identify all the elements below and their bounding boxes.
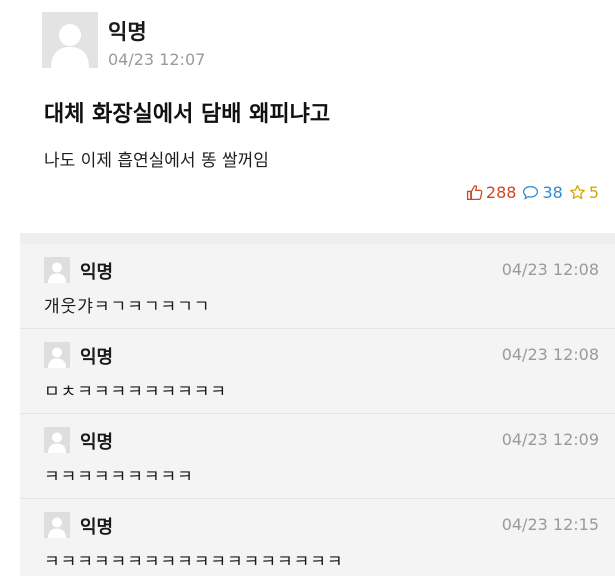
default-profile-icon <box>44 257 70 283</box>
comment-timestamp: 04/23 12:09 <box>501 430 599 449</box>
post-timestamp: 04/23 12:07 <box>108 50 206 69</box>
scrap-count[interactable]: 5 <box>569 183 599 202</box>
comment-avatar[interactable] <box>44 257 70 283</box>
section-divider <box>20 233 615 244</box>
comment-avatar[interactable] <box>44 427 70 453</box>
comment-avatar[interactable] <box>44 512 70 538</box>
comment-timestamp: 04/23 12:08 <box>501 345 599 364</box>
comment-author: 익명 <box>80 517 114 538</box>
comment-author: 익명 <box>80 432 114 453</box>
comment-text: ㅋㅋㅋㅋㅋㅋㅋㅋㅋㅋㅋㅋㅋㅋㅋㅋㅋㅋ <box>44 552 344 572</box>
default-profile-icon <box>44 512 70 538</box>
comment-text: 개웃갸ㅋㄱㅋㄱㅋㄱㄱ <box>44 297 211 317</box>
comment-author: 익명 <box>80 347 114 368</box>
comment-text: ㅁㅊㅋㅋㅋㅋㅋㅋㅋㅋㅋ <box>44 382 228 402</box>
post-author: 익명 <box>108 20 147 44</box>
default-profile-icon <box>44 342 70 368</box>
like-count[interactable]: 288 <box>466 183 517 202</box>
post-title: 대체 화장실에서 담배 왜피냐고 <box>44 102 331 127</box>
thumbs-up-icon <box>466 185 483 201</box>
like-count-value: 288 <box>485 183 517 202</box>
comment-item: 익명 04/23 12:15 ㅋㅋㅋㅋㅋㅋㅋㅋㅋㅋㅋㅋㅋㅋㅋㅋㅋㅋ <box>20 499 615 576</box>
comment-item: 익명 04/23 12:08 ㅁㅊㅋㅋㅋㅋㅋㅋㅋㅋㅋ <box>20 329 615 414</box>
comment-list: 익명 04/23 12:08 개웃갸ㅋㄱㅋㄱㅋㄱㄱ 익명 04/23 12:08… <box>20 244 615 576</box>
default-profile-icon <box>42 12 98 68</box>
comment-author: 익명 <box>80 262 114 283</box>
comment-timestamp: 04/23 12:08 <box>501 260 599 279</box>
scrap-count-value: 5 <box>588 183 599 202</box>
star-icon <box>569 184 585 200</box>
post-stats: 288 38 5 <box>466 183 599 202</box>
comment-timestamp: 04/23 12:15 <box>501 515 599 534</box>
comment-avatar[interactable] <box>44 342 70 368</box>
comment-text: ㅋㅋㅋㅋㅋㅋㅋㅋㅋ <box>44 467 194 487</box>
comment-count[interactable]: 38 <box>522 183 563 202</box>
comment-item: 익명 04/23 12:09 ㅋㅋㅋㅋㅋㅋㅋㅋㅋ <box>20 414 615 499</box>
author-avatar[interactable] <box>42 12 98 68</box>
post-body: 나도 이제 흡연실에서 똥 쌀꺼임 <box>44 151 269 171</box>
comment-item: 익명 04/23 12:08 개웃갸ㅋㄱㅋㄱㅋㄱㄱ <box>20 244 615 329</box>
comment-count-value: 38 <box>542 183 563 202</box>
post: 익명 04/23 12:07 대체 화장실에서 담배 왜피냐고 나도 이제 흡연… <box>0 0 615 233</box>
speech-bubble-icon <box>523 186 539 200</box>
default-profile-icon <box>44 427 70 453</box>
